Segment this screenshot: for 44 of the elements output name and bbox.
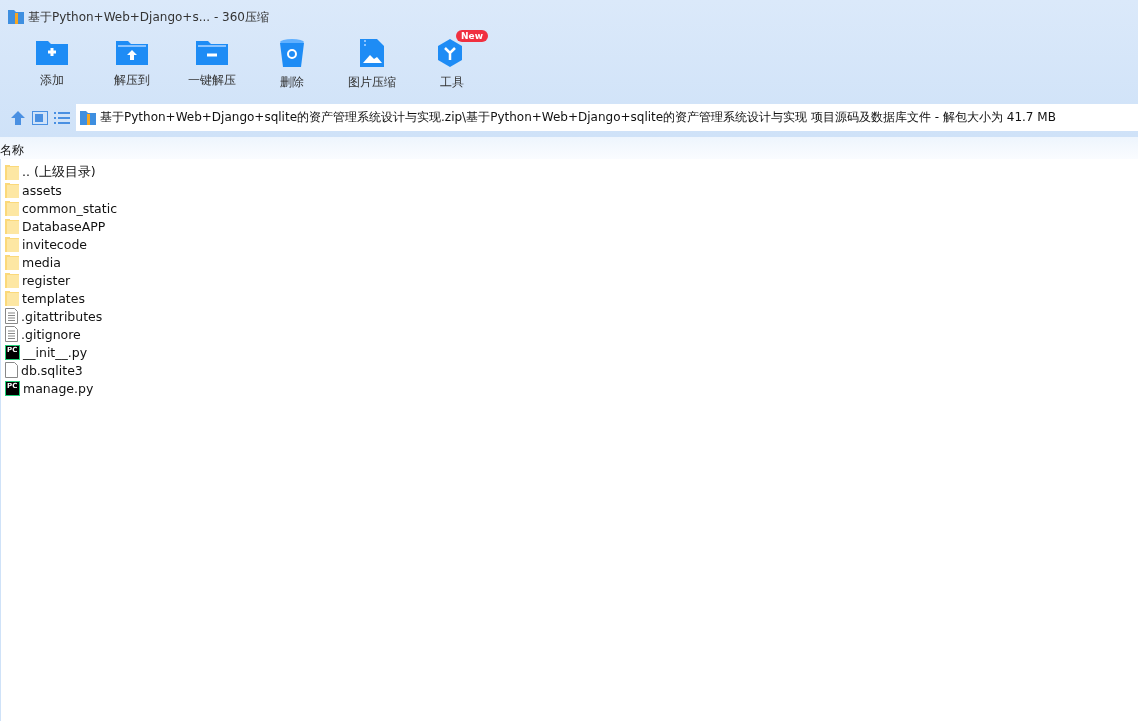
folder-icon <box>5 254 19 270</box>
file-name[interactable]: templates <box>22 290 85 306</box>
folder-icon <box>5 218 19 234</box>
folder-minus-icon <box>195 38 229 66</box>
address-path: 基于Python+Web+Django+sqlite的资产管理系统设计与实现.zip\基于Python+Web+Django+sqlite的资产管理系统设计与实现 项目源码及数据库文件 - 解包大小为 41.7 MB <box>100 109 1056 126</box>
file-name[interactable]: DatabaseAPP <box>22 218 106 234</box>
folder-icon <box>5 182 19 198</box>
new-badge: New <box>456 30 488 42</box>
text-file-icon <box>5 326 18 342</box>
toolbar-button[interactable]: 添加 <box>12 34 92 93</box>
folder-icon <box>5 236 19 252</box>
trash-icon <box>279 38 305 68</box>
address-field[interactable]: 基于Python+Web+Django+sqlite的资产管理系统设计与实现.zip\基于Python+Web+Django+sqlite的资产管理系统设计与实现 项目源码及数据库文件 - 解包大小为 41.7 MB <box>76 104 1138 131</box>
file-name[interactable]: .. (上级目录) <box>22 163 96 181</box>
column-header[interactable]: 名称 <box>0 142 24 159</box>
file-name[interactable]: invitecode <box>22 236 87 252</box>
folder-icon <box>5 164 19 180</box>
file-name[interactable]: __init__.py <box>23 344 88 360</box>
file-name[interactable]: register <box>22 272 71 288</box>
toolbar-button[interactable]: 解压到 <box>92 34 172 93</box>
file-name[interactable]: .gitignore <box>21 326 81 342</box>
folder-icon <box>5 200 19 216</box>
file-name[interactable]: .gitattributes <box>21 308 103 324</box>
file-name[interactable]: manage.py <box>23 380 94 396</box>
image-file-icon <box>359 38 385 68</box>
folder-icon <box>5 272 19 288</box>
blank-file-icon <box>5 362 18 378</box>
text-file-icon <box>5 308 18 324</box>
folder-upload-icon <box>115 38 149 66</box>
window-title: 基于Python+Web+Django+s... - 360压缩 <box>28 8 269 26</box>
folder-plus-icon <box>35 38 69 66</box>
toolbar-button[interactable]: 图片压缩 <box>332 34 412 95</box>
toolbar-button[interactable]: 一键解压 <box>172 34 252 93</box>
file-name[interactable]: db.sqlite3 <box>21 362 83 378</box>
thumbnail-view-icon[interactable] <box>32 110 48 125</box>
archive-icon <box>8 10 24 24</box>
file-name[interactable]: assets <box>22 182 62 198</box>
list-view-icon[interactable] <box>54 110 70 125</box>
folder-icon <box>5 290 19 306</box>
file-name[interactable]: common_static <box>22 200 117 216</box>
toolbar-button[interactable]: 删除 <box>252 34 332 95</box>
up-arrow-icon[interactable] <box>10 109 26 126</box>
file-name[interactable]: media <box>22 254 61 270</box>
archive-icon <box>80 110 96 125</box>
